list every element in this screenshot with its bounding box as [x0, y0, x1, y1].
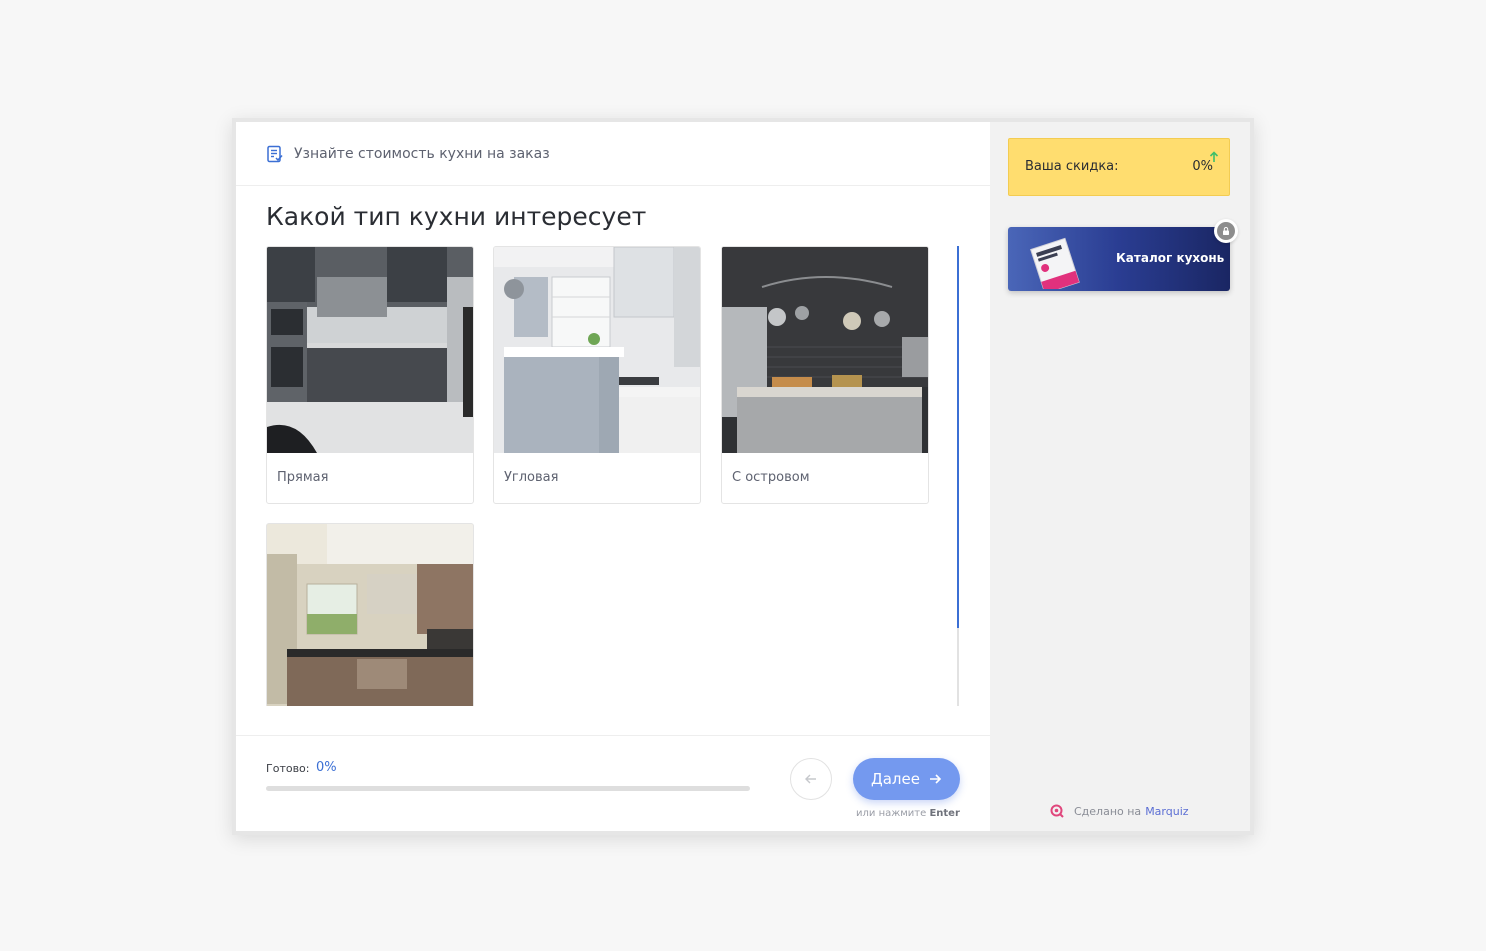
kitchen-island-photo	[722, 247, 928, 453]
quiz-header: Узнайте стоимость кухни на заказ	[236, 122, 990, 186]
kitchen-straight-photo	[267, 247, 473, 453]
sidebar: Ваша скидка: 0% Каталог кухонь Сделано н…	[990, 122, 1250, 831]
option-label: Прямая	[277, 470, 329, 485]
progress-value: 0%	[316, 760, 337, 775]
bonus-catalog-card[interactable]: Каталог кухонь	[1008, 219, 1238, 291]
made-with-prefix: Сделано на	[1074, 804, 1142, 818]
question-title: Какой тип кухни интересует	[266, 202, 647, 231]
arrow-right-icon	[929, 774, 942, 784]
options-scrollbar[interactable]	[957, 246, 959, 706]
enter-hint-key: Enter	[929, 808, 960, 819]
bonus-label: Каталог кухонь	[1116, 251, 1225, 265]
option-label: С островом	[732, 470, 810, 485]
made-with-brand[interactable]: Marquiz	[1145, 805, 1188, 818]
quiz-title: Узнайте стоимость кухни на заказ	[294, 145, 550, 162]
progress-bar	[266, 786, 750, 791]
next-button-label: Далее	[871, 770, 920, 788]
option-label: Угловая	[504, 470, 559, 485]
kitchen-corner-photo	[494, 247, 700, 453]
marquiz-logo-icon	[1050, 804, 1064, 818]
quiz-window: Узнайте стоимость кухни на заказ Какой т…	[232, 118, 1254, 835]
quiz-footer: Готово: 0% Далее или нажмите Enter	[236, 735, 990, 831]
next-button[interactable]: Далее	[853, 758, 960, 800]
back-button[interactable]	[790, 758, 832, 800]
progress-label: Готово:	[266, 762, 310, 775]
list-doc-icon	[267, 145, 283, 162]
option-card-corner[interactable]: Угловая	[493, 246, 701, 504]
option-card-straight[interactable]: Прямая	[266, 246, 474, 504]
main-panel: Узнайте стоимость кухни на заказ Какой т…	[236, 122, 990, 831]
kitchen-u-shape-photo	[267, 524, 473, 706]
option-card-u-shape[interactable]	[266, 523, 474, 706]
enter-hint: или нажмите Enter	[856, 808, 960, 819]
scrollbar-thumb[interactable]	[957, 246, 959, 628]
quiz-container: Узнайте стоимость кухни на заказ Какой т…	[236, 122, 1250, 831]
lock-badge	[1214, 219, 1238, 243]
arrow-left-icon	[805, 774, 816, 784]
enter-hint-prefix: или нажмите	[856, 808, 927, 819]
catalog-book-image	[1030, 237, 1080, 289]
option-card-island[interactable]: С островом	[721, 246, 929, 504]
options-grid: Прямая Угловая С островом	[266, 246, 966, 706]
discount-label: Ваша скидка:	[1025, 159, 1119, 174]
made-with-link[interactable]: Сделано на Marquiz	[1050, 804, 1189, 818]
arrow-up-icon	[1209, 151, 1219, 162]
discount-box: Ваша скидка: 0%	[1008, 138, 1230, 196]
lock-icon	[1217, 222, 1235, 240]
